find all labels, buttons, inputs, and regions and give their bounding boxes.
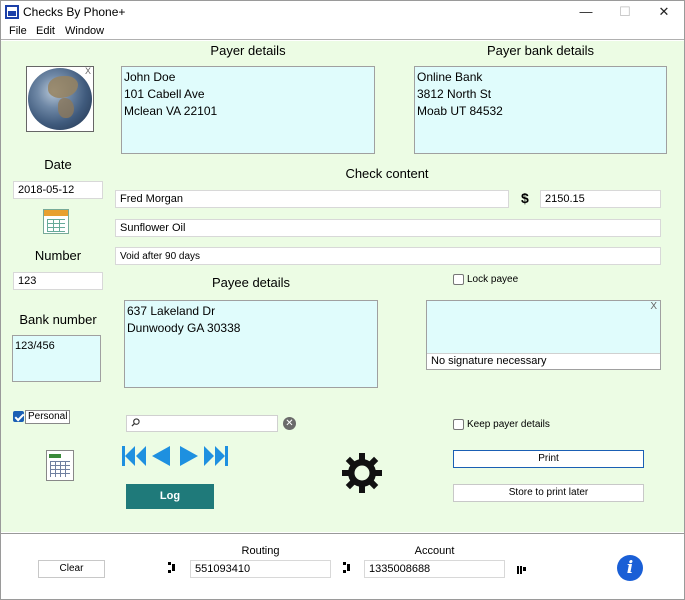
search-input[interactable]	[126, 415, 278, 432]
bank-line: Moab UT 84532	[417, 104, 503, 118]
globe-land	[48, 76, 78, 98]
app-window: Checks By Phone+ — ☐ ✕ File Edit Window …	[0, 0, 685, 600]
number-field[interactable]: 123	[13, 272, 103, 290]
log-button[interactable]: Log	[126, 484, 214, 509]
payer-bank-textarea[interactable]: Online Bank 3812 North St Moab UT 84532	[414, 66, 667, 154]
bank-number-label: Bank number	[19, 312, 97, 327]
currency-symbol: $	[521, 190, 529, 206]
signature-box[interactable]: X No signature necessary	[426, 300, 661, 370]
spreadsheet-rows	[50, 461, 70, 477]
spreadsheet-icon[interactable]	[46, 450, 74, 481]
menu-file[interactable]: File	[9, 25, 27, 37]
account-field[interactable]: 1335008688	[364, 560, 505, 578]
routing-field[interactable]: 551093410	[190, 560, 331, 578]
micr-on-us-icon	[517, 566, 526, 574]
signature-close-icon[interactable]: X	[650, 301, 657, 312]
lock-payee-checkbox[interactable]	[453, 274, 464, 285]
keep-payer-label[interactable]: Keep payer details	[467, 419, 550, 430]
date-field[interactable]: 2018-05-12	[13, 181, 103, 199]
payee-line: 637 Lakeland Dr	[127, 304, 216, 318]
earth-image[interactable]: X	[26, 66, 94, 132]
payee-name-field[interactable]: Fred Morgan	[115, 190, 509, 208]
signature-text: No signature necessary	[427, 353, 660, 369]
payer-line: Mclean VA 22101	[124, 104, 218, 118]
spreadsheet-header	[49, 454, 61, 458]
payee-line: Dunwoody GA 30338	[127, 321, 241, 335]
search-icon	[131, 418, 140, 427]
store-button[interactable]: Store to print later	[453, 484, 644, 502]
payee-heading: Payee details	[211, 275, 291, 290]
menu-edit[interactable]: Edit	[36, 25, 55, 37]
clear-button[interactable]: Clear	[38, 560, 105, 578]
menu-window[interactable]: Window	[65, 25, 104, 37]
micr-transit-icon	[343, 562, 350, 573]
first-icon[interactable]	[121, 445, 147, 467]
print-button[interactable]: Print	[453, 450, 644, 468]
last-icon[interactable]	[203, 445, 229, 467]
minimize-button[interactable]: —	[566, 1, 606, 23]
payee-textarea[interactable]: 637 Lakeland Dr Dunwoody GA 30338	[124, 300, 378, 388]
memo-field[interactable]: Sunflower Oil	[115, 219, 661, 237]
amount-field[interactable]: 2150.15	[540, 190, 661, 208]
calendar-grid	[47, 219, 65, 232]
maximize-button[interactable]: ☐	[605, 1, 645, 23]
bank-line: 3812 North St	[417, 87, 492, 101]
lock-payee-label[interactable]: Lock payee	[467, 274, 518, 285]
account-label: Account	[414, 545, 455, 557]
date-label: Date	[44, 157, 72, 172]
calendar-header	[44, 210, 68, 216]
app-icon	[5, 5, 19, 19]
check-content-heading: Check content	[345, 166, 429, 181]
payer-line: John Doe	[124, 70, 176, 84]
routing-label: Routing	[241, 545, 280, 557]
globe-land	[58, 98, 74, 118]
menu-bar: File Edit Window	[1, 23, 684, 40]
payer-textarea[interactable]: John Doe 101 Cabell Ave Mclean VA 22101	[121, 66, 375, 154]
clear-search-icon[interactable]: ✕	[283, 417, 296, 430]
previous-icon[interactable]	[151, 445, 171, 467]
personal-checkbox[interactable]	[13, 411, 24, 422]
payer-heading: Payer details	[210, 43, 286, 58]
personal-label[interactable]: Personal	[25, 410, 71, 424]
calendar-icon[interactable]	[43, 209, 69, 234]
image-close-icon[interactable]: X	[85, 67, 91, 76]
title-bar: Checks By Phone+ — ☐ ✕	[1, 1, 684, 23]
note-field[interactable]: Void after 90 days	[115, 247, 661, 265]
keep-payer-checkbox[interactable]	[453, 419, 464, 430]
info-icon[interactable]: i	[617, 555, 643, 581]
window-title: Checks By Phone+	[23, 5, 126, 19]
globe-graphic	[28, 68, 92, 130]
bank-line: Online Bank	[417, 70, 483, 84]
bank-number-field[interactable]: 123/456	[12, 335, 101, 382]
gear-icon[interactable]	[341, 452, 383, 494]
close-button[interactable]: ✕	[644, 1, 684, 23]
payer-line: 101 Cabell Ave	[124, 87, 205, 101]
micr-transit-icon	[168, 562, 175, 573]
payer-bank-heading: Payer bank details	[487, 43, 594, 58]
number-label: Number	[34, 248, 82, 263]
next-icon[interactable]	[179, 445, 199, 467]
